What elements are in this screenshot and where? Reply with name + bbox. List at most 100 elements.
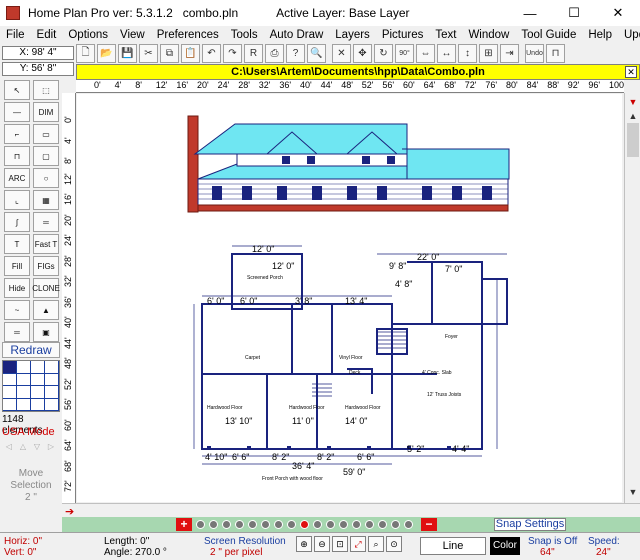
zoom-previous-icon[interactable]: ⌕	[368, 536, 384, 552]
menu-edit[interactable]: Edit	[31, 29, 63, 41]
zoom-extents-icon[interactable]: ⤢	[350, 536, 366, 552]
undo-delete-icon[interactable]: Undo	[525, 44, 544, 63]
menu-tools[interactable]: Tools	[225, 29, 264, 41]
page-dot[interactable]	[391, 520, 400, 529]
page-dot[interactable]	[339, 520, 348, 529]
layer-cell[interactable]	[45, 398, 59, 411]
zoom-all-icon[interactable]: ⊙	[386, 536, 402, 552]
page-dot[interactable]	[365, 520, 374, 529]
layer-cell[interactable]	[31, 398, 45, 411]
print-preview-icon[interactable]: R	[244, 44, 263, 63]
page-dot[interactable]	[248, 520, 257, 529]
hline-icon[interactable]: ═	[4, 322, 30, 342]
double-line-icon[interactable]: ═	[33, 212, 59, 232]
rotate-90-icon[interactable]: 90°	[395, 44, 414, 63]
layer-cell[interactable]	[17, 361, 31, 374]
window-icon[interactable]: ▦	[33, 190, 59, 210]
layer-cell[interactable]	[17, 398, 31, 411]
delete-icon[interactable]: ✕	[332, 44, 351, 63]
flip-vertical-icon[interactable]: ↕	[458, 44, 477, 63]
layer-cell[interactable]	[45, 373, 59, 386]
rounded-box-icon[interactable]: ▢	[33, 146, 59, 166]
extend-icon[interactable]: ⇥	[500, 44, 519, 63]
page-dot[interactable]	[313, 520, 322, 529]
page-dot[interactable]	[378, 520, 387, 529]
minimize-button[interactable]: —	[508, 0, 552, 26]
menu-layers[interactable]: Layers	[329, 29, 376, 41]
close-drawing-icon[interactable]: ✕	[625, 66, 637, 78]
layer-cell[interactable]	[45, 361, 59, 374]
move-down-icon[interactable]: ▽	[30, 442, 44, 454]
layer-cell[interactable]	[17, 373, 31, 386]
help-icon[interactable]: ?	[286, 44, 305, 63]
rectangle-icon[interactable]: ▭	[33, 124, 59, 144]
menu-pictures[interactable]: Pictures	[376, 29, 430, 41]
rotate-icon[interactable]: ↻	[374, 44, 393, 63]
layer-grid[interactable]	[2, 360, 60, 412]
move-pad[interactable]: ◁ △ ▽ ▷	[2, 442, 60, 468]
layer-cell[interactable]	[3, 386, 17, 399]
layer-cell[interactable]	[17, 386, 31, 399]
close-button[interactable]: ✕	[596, 0, 640, 26]
scroll-thumb[interactable]	[627, 123, 639, 157]
zoom-icon[interactable]: 🔍	[307, 44, 326, 63]
layer-cell[interactable]	[31, 361, 45, 374]
open-folder-icon[interactable]: 📂	[97, 44, 116, 63]
menu-view[interactable]: View	[114, 29, 151, 41]
menu-window[interactable]: Window	[462, 29, 515, 41]
menu-text[interactable]: Text	[429, 29, 462, 41]
remove-page-button[interactable]: −	[421, 518, 437, 531]
print-icon[interactable]: ⎙	[265, 44, 284, 63]
redraw-button[interactable]: Redraw	[2, 342, 60, 358]
hide-icon[interactable]: Hide	[4, 278, 30, 298]
drawing-canvas[interactable]: 12' 0" 22' 0" 9' 8" 7' 0" 4' 8" 12' 0" 1…	[77, 94, 622, 502]
fast-text-icon[interactable]: Fast T	[33, 234, 59, 254]
flip-horizontal-icon[interactable]: ↔	[437, 44, 456, 63]
page-dot[interactable]	[261, 520, 270, 529]
add-page-button[interactable]: +	[176, 518, 192, 531]
clone-icon[interactable]: CLONE	[32, 278, 60, 298]
snap-settings-button[interactable]: Snap Settings	[494, 518, 566, 531]
landscape-icon[interactable]: ▲	[33, 300, 59, 320]
page-dot[interactable]	[235, 520, 244, 529]
dimension-icon[interactable]: DIM	[33, 102, 59, 122]
page-dot[interactable]	[352, 520, 361, 529]
copy-icon[interactable]: ⧉	[160, 44, 179, 63]
curve-icon[interactable]: ∫	[4, 212, 30, 232]
scroll-down-icon[interactable]: ▼	[626, 487, 640, 501]
move-icon[interactable]: ✥	[353, 44, 372, 63]
move-up-icon[interactable]: △	[16, 442, 30, 454]
save-icon[interactable]: 💾	[118, 44, 137, 63]
layer-cell[interactable]	[31, 373, 45, 386]
paste-icon[interactable]: 📋	[181, 44, 200, 63]
text-icon[interactable]: T	[4, 234, 30, 254]
page-dot[interactable]	[222, 520, 231, 529]
line-icon[interactable]: —	[4, 102, 30, 122]
color-button[interactable]: Color	[490, 537, 520, 555]
corner-wall-icon[interactable]: ⌞	[4, 190, 30, 210]
current-page-dot[interactable]	[300, 520, 309, 529]
page-dot[interactable]	[287, 520, 296, 529]
snap-status[interactable]: Snap is Off	[528, 536, 577, 547]
move-right-icon[interactable]: ▷	[44, 442, 58, 454]
red-down-arrow-icon[interactable]: ▼	[626, 97, 640, 111]
circle-icon[interactable]: ○	[33, 168, 59, 188]
zoom-window-icon[interactable]: ⊡	[332, 536, 348, 552]
move-left-icon[interactable]: ◁	[2, 442, 16, 454]
menu-help[interactable]: Help	[582, 29, 618, 41]
menu-tool-guide[interactable]: Tool Guide	[515, 29, 582, 41]
cut-icon[interactable]: ✂	[139, 44, 158, 63]
layer-cell[interactable]	[3, 373, 17, 386]
align-icon[interactable]: ⊞	[479, 44, 498, 63]
layer-cell[interactable]	[3, 361, 17, 374]
page-dot[interactable]	[326, 520, 335, 529]
spline-icon[interactable]: ~	[4, 300, 30, 320]
maximize-button[interactable]: ☐	[552, 0, 596, 26]
menu-auto-draw[interactable]: Auto Draw	[264, 29, 330, 41]
wall-corner-icon[interactable]: ⌐	[4, 124, 30, 144]
page-dot[interactable]	[404, 520, 413, 529]
zoom-out-icon[interactable]: ⊖	[314, 536, 330, 552]
new-file-icon[interactable]: 🗋	[76, 44, 95, 63]
frame-icon[interactable]: ▣	[33, 322, 59, 342]
line-style-select[interactable]: Line	[420, 537, 486, 555]
